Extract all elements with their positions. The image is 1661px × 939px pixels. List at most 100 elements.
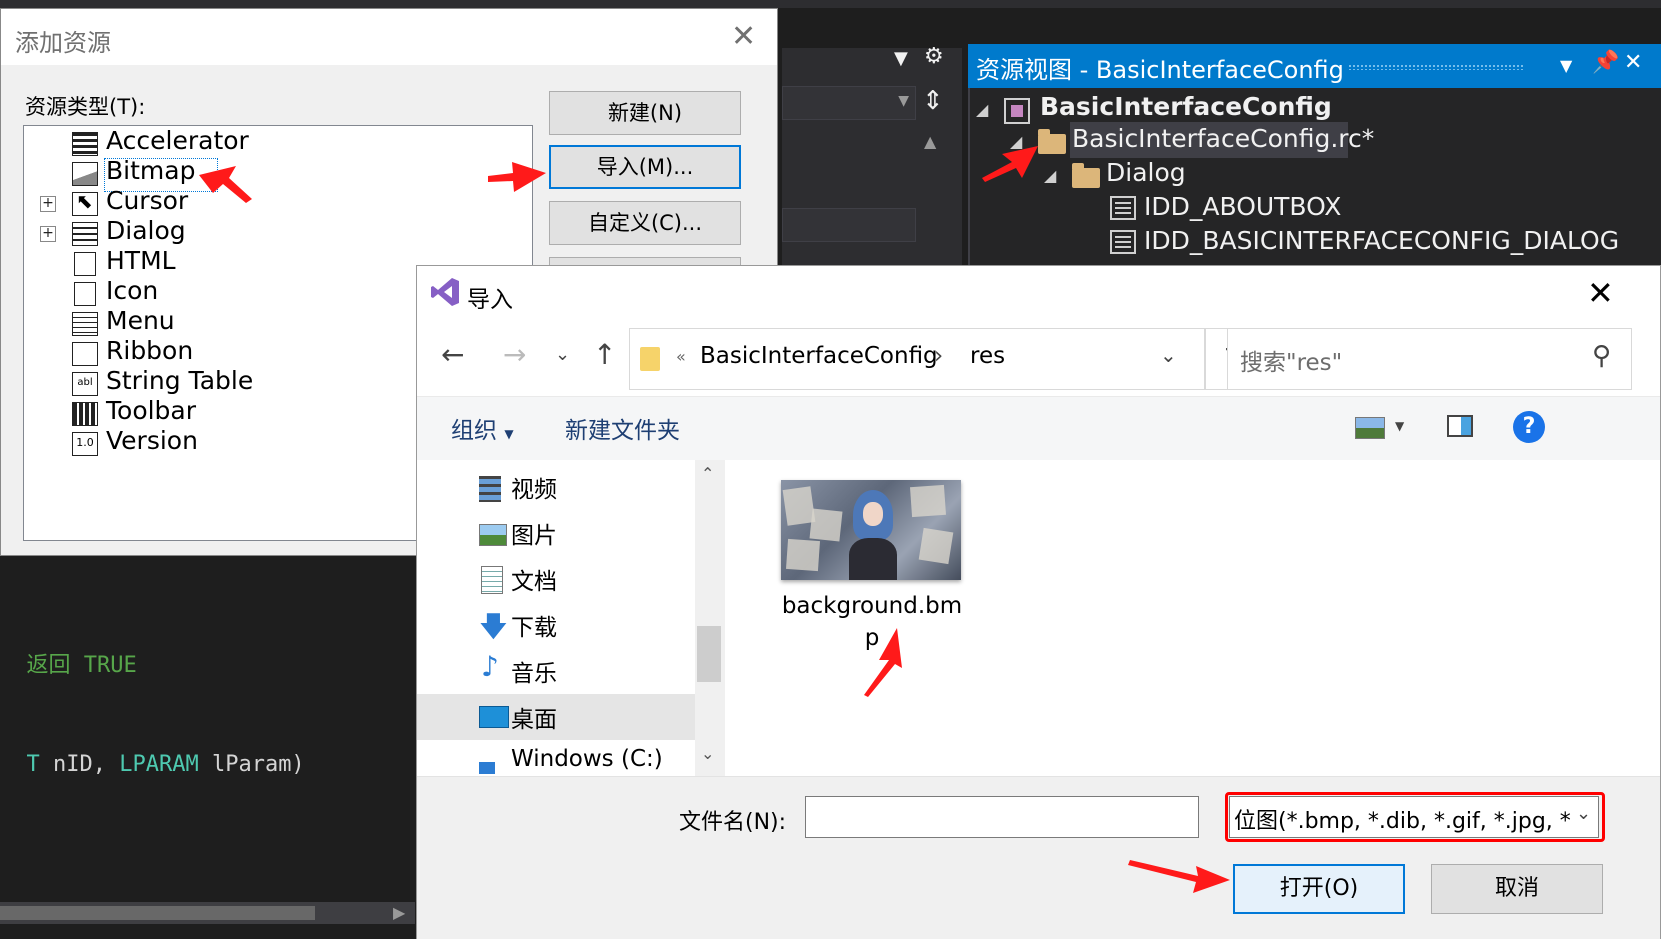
dropdown-arrow-icon[interactable]: ▼ xyxy=(894,48,908,69)
toolbar-icon xyxy=(72,402,98,426)
code-type: T xyxy=(26,752,40,777)
dialog-resource-icon xyxy=(1110,230,1136,254)
nav-label: 图片 xyxy=(511,523,557,549)
type-toolbar[interactable]: Toolbar xyxy=(106,396,196,425)
code-keyword: TRUE xyxy=(83,653,137,678)
cancel-button[interactable]: 取消 xyxy=(1431,864,1603,914)
scroll-up-icon[interactable]: ⌃ xyxy=(701,464,714,483)
expand-plus-icon[interactable]: + xyxy=(40,226,56,242)
breadcrumb-chevron-icon[interactable]: › xyxy=(934,343,943,369)
vs-editor-toolbar: ▼ ⚙ ▼ ⇕ ▲ xyxy=(782,44,962,278)
pin-icon[interactable]: 📌 xyxy=(1592,50,1619,75)
drive-icon xyxy=(479,762,495,774)
nav-label: Windows (C:) xyxy=(511,746,663,772)
scrollbar-thumb[interactable] xyxy=(697,626,721,682)
nav-item-drive-c[interactable]: Windows (C:) xyxy=(479,746,689,774)
code-line-return: 返回 TRUE xyxy=(0,622,137,679)
gear-icon[interactable]: ⚙ xyxy=(924,44,944,69)
custom-button[interactable]: 自定义(C)... xyxy=(549,201,741,245)
split-icon[interactable]: ⇕ xyxy=(922,86,944,116)
view-dropdown-icon[interactable]: ▼ xyxy=(1395,419,1404,433)
member-combo[interactable]: ▼ xyxy=(782,86,916,120)
close-icon[interactable]: ✕ xyxy=(731,19,756,54)
file-name[interactable]: background.bm p xyxy=(767,590,977,654)
close-icon[interactable]: ✕ xyxy=(1624,50,1642,75)
code-combo[interactable] xyxy=(782,208,916,242)
forward-arrow-icon[interactable]: → xyxy=(503,338,526,371)
tree-rc-file[interactable]: BasicInterfaceConfig.rc* xyxy=(1072,124,1374,153)
type-html[interactable]: HTML xyxy=(106,246,176,275)
organize-menu[interactable]: 组织 ▼ xyxy=(451,411,514,445)
search-input[interactable]: 搜索"res" xyxy=(1240,343,1342,377)
version-icon: 1.0 xyxy=(72,432,98,456)
breadcrumb-res[interactable]: res xyxy=(970,343,1005,369)
drag-grip[interactable] xyxy=(1348,64,1523,70)
new-button[interactable]: 新建(N) xyxy=(549,91,741,135)
filename-input[interactable] xyxy=(805,796,1199,838)
dropdown-icon[interactable]: ▼ xyxy=(1560,56,1572,75)
tree-root[interactable]: BasicInterfaceConfig xyxy=(1040,92,1332,121)
tree-dialog-folder[interactable]: Dialog xyxy=(1106,158,1186,187)
ribbon-icon xyxy=(72,342,98,366)
close-icon[interactable]: ✕ xyxy=(1587,274,1614,312)
import-button[interactable]: 导入(M)... xyxy=(549,145,741,189)
video-icon xyxy=(479,476,501,502)
scroll-down-icon[interactable]: ⌄ xyxy=(701,744,714,763)
preview-pane-icon[interactable] xyxy=(1447,415,1473,437)
nav-label: 视频 xyxy=(511,477,557,503)
breadcrumb-project[interactable]: BasicInterfaceConfig xyxy=(700,343,938,369)
code-param: lParam) xyxy=(198,752,305,777)
resource-view-header[interactable]: 资源视图 - BasicInterfaceConfig ▼ 📌 ✕ xyxy=(968,44,1661,88)
resource-tree: ◢ BasicInterfaceConfig ◢ BasicInterfaceC… xyxy=(968,88,1661,268)
recent-chevron-icon[interactable]: ⌄ xyxy=(555,344,570,365)
type-dialog[interactable]: Dialog xyxy=(106,216,186,245)
add-resource-titlebar[interactable]: 添加资源 ✕ xyxy=(1,9,777,65)
type-menu[interactable]: Menu xyxy=(106,306,175,335)
help-icon[interactable]: ? xyxy=(1513,411,1545,443)
tree-item-aboutbox[interactable]: IDD_ABOUTBOX xyxy=(1144,192,1341,221)
type-cursor[interactable]: Cursor xyxy=(106,186,188,215)
dialog-icon xyxy=(72,222,98,246)
scrollbar-thumb[interactable] xyxy=(0,906,315,920)
picture-icon xyxy=(479,524,507,546)
document-icon xyxy=(481,566,503,594)
type-bitmap[interactable]: Bitmap xyxy=(106,156,195,185)
folder-icon xyxy=(1072,163,1100,188)
type-accelerator[interactable]: Accelerator xyxy=(106,126,249,155)
nav-label: 下载 xyxy=(511,615,557,641)
menu-icon xyxy=(72,312,98,336)
view-icon[interactable] xyxy=(1355,417,1385,439)
nav-scrollbar[interactable] xyxy=(695,460,723,776)
type-ribbon[interactable]: Ribbon xyxy=(106,336,193,365)
expand-triangle-icon[interactable]: ◢ xyxy=(1044,166,1056,185)
type-string-table[interactable]: String Table xyxy=(106,366,253,395)
download-icon: 🡇 xyxy=(479,610,508,643)
folder-icon xyxy=(640,347,660,371)
file-thumbnail[interactable] xyxy=(781,480,961,580)
back-arrow-icon[interactable]: ← xyxy=(441,338,464,371)
new-folder-button[interactable]: 新建文件夹 xyxy=(565,411,680,445)
chevron-down-icon: ▼ xyxy=(898,93,909,109)
open-button[interactable]: 打开(O) xyxy=(1233,864,1405,914)
type-icon[interactable]: Icon xyxy=(106,276,158,305)
search-box[interactable]: 搜索"res" ⚲ xyxy=(1227,328,1632,390)
address-bar[interactable]: « BasicInterfaceConfig › res ⌄ xyxy=(629,328,1205,390)
scroll-right-icon[interactable]: ▶ xyxy=(393,903,405,922)
up-arrow-icon[interactable]: ↑ xyxy=(593,338,616,371)
address-dropdown-icon[interactable]: ⌄ xyxy=(1160,343,1177,367)
code-type: LPARAM xyxy=(119,752,199,777)
desktop-icon xyxy=(479,706,509,728)
expand-triangle-icon[interactable]: ◢ xyxy=(1010,132,1022,151)
code-comment: 返回 xyxy=(26,653,84,678)
scroll-up-icon[interactable]: ▲ xyxy=(924,132,936,151)
file-name-line2: p xyxy=(864,625,880,651)
expand-triangle-icon[interactable]: ◢ xyxy=(976,100,988,119)
expand-plus-icon[interactable]: + xyxy=(40,196,56,212)
vs-title-strip xyxy=(0,0,1661,8)
tree-item-main-dialog[interactable]: IDD_BASICINTERFACECONFIG_DIALOG xyxy=(1144,226,1619,255)
type-version[interactable]: Version xyxy=(106,426,198,455)
dropdown-arrow-icon: ▼ xyxy=(504,427,514,441)
search-icon[interactable]: ⚲ xyxy=(1592,341,1611,371)
nav-label: 音乐 xyxy=(511,661,557,687)
nav-label: 桌面 xyxy=(511,707,557,733)
